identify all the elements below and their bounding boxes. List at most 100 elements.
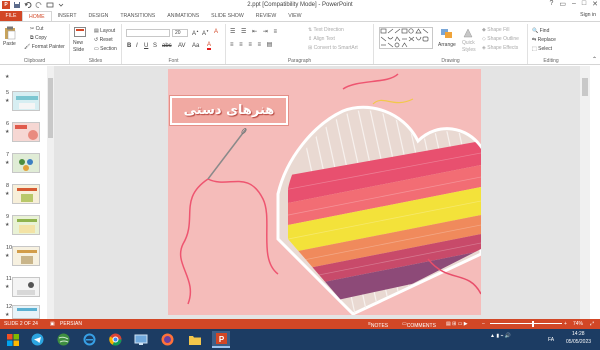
paste-icon[interactable] xyxy=(4,26,16,40)
reset-button[interactable]: ↺ Reset xyxy=(94,37,113,43)
font-name-box[interactable] xyxy=(126,29,170,37)
grow-font-button[interactable]: A▲ xyxy=(192,29,199,37)
thumbnail-slide-11[interactable]: 11 ★ xyxy=(0,276,54,300)
start-button-icon[interactable] xyxy=(4,331,22,348)
font-color-icon[interactable]: A xyxy=(207,42,212,50)
thumbnail-slide-4[interactable]: ★ xyxy=(0,66,54,90)
thumbnail-slide-8[interactable]: 8 ★ xyxy=(0,183,54,207)
shapes-gallery[interactable] xyxy=(379,27,433,49)
ribbon-tabs: FILE HOME INSERT DESIGN TRANSITIONS ANIM… xyxy=(0,10,600,21)
status-bar: SLIDE 2 OF 24 ▣ PERSIAN ≡ NOTES ▭ COMMEN… xyxy=(0,319,600,329)
tab-file[interactable]: FILE xyxy=(0,11,22,21)
replace-button[interactable]: ⇆ Replace xyxy=(532,37,556,43)
arrange-button[interactable]: Arrange xyxy=(438,42,456,48)
internet-explorer-icon[interactable] xyxy=(80,331,98,348)
shape-effects-button[interactable]: ◈ Shape Effects xyxy=(482,45,518,51)
tab-design[interactable]: DESIGN xyxy=(83,11,115,21)
close-button[interactable]: ✕ xyxy=(592,0,598,8)
shape-fill-button[interactable]: ◆ Shape Fill xyxy=(482,27,509,33)
tab-insert[interactable]: INSERT xyxy=(52,11,83,21)
tab-slide-show[interactable]: SLIDE SHOW xyxy=(205,11,250,21)
maximize-button[interactable]: □ xyxy=(582,0,586,8)
list-buttons-icon[interactable]: ☰ ☰ ⇤ ⇥ ≡ xyxy=(230,28,279,35)
section-button[interactable]: ▭ Section xyxy=(94,46,117,52)
slide-scrollbar[interactable] xyxy=(580,66,590,319)
thumbnail-slide-7[interactable]: 7 ★ xyxy=(0,152,54,176)
paste-button[interactable]: Paste xyxy=(3,41,16,47)
slide-title[interactable]: هنرهای دستی xyxy=(170,96,288,125)
shrink-font-button[interactable]: A▼ xyxy=(202,29,209,37)
telegram-icon[interactable] xyxy=(28,331,46,348)
tab-transitions[interactable]: TRANSITIONS xyxy=(114,11,161,21)
text-direction-button[interactable]: ⇅ Text Direction xyxy=(308,27,344,33)
language-indicator[interactable]: PERSIAN xyxy=(60,321,82,327)
character-spacing-icon[interactable]: AV xyxy=(178,43,186,49)
powerpoint-taskbar-icon[interactable]: P xyxy=(212,331,230,348)
zoom-in-button[interactable]: + xyxy=(564,321,567,327)
select-button[interactable]: ⬚ Select xyxy=(532,46,552,52)
help-button[interactable]: ? xyxy=(549,0,553,8)
cut-button[interactable]: ✂ Cut xyxy=(30,26,43,32)
align-text-button[interactable]: ⇕ Align Text xyxy=(308,36,335,42)
globe-app-icon[interactable] xyxy=(54,331,72,348)
transition-star-icon: ★ xyxy=(5,160,10,166)
zoom-slider-thumb[interactable] xyxy=(532,321,534,327)
tab-home[interactable]: HOME xyxy=(22,11,52,21)
zoom-slider[interactable] xyxy=(490,323,562,324)
change-case-icon[interactable]: Aa xyxy=(192,43,199,49)
find-label: Find xyxy=(539,28,550,34)
drawing-group-label: Drawing xyxy=(441,58,460,64)
clear-formatting-icon[interactable]: A xyxy=(214,29,218,35)
thumbnails-scrollbar[interactable] xyxy=(47,66,54,319)
thumbnail-slide-10[interactable]: 10 ★ xyxy=(0,245,54,269)
new-slide-icon[interactable] xyxy=(74,27,86,37)
firefox-icon[interactable] xyxy=(158,331,176,348)
minimize-button[interactable]: – xyxy=(572,0,576,8)
comments-button[interactable]: ▭ COMMENTS xyxy=(402,321,436,329)
tab-review[interactable]: REVIEW xyxy=(250,11,282,21)
zoom-level[interactable]: 74% xyxy=(573,321,583,327)
new-slide-button[interactable]: New xyxy=(73,40,83,46)
thumbnail-slide-5[interactable]: 5 ★ xyxy=(0,90,54,114)
alignment-buttons-icon[interactable]: ≡ ≡ ≡ ≡ ▤ xyxy=(230,41,274,48)
ribbon-display-button[interactable]: ▭ xyxy=(559,0,566,8)
spellcheck-icon[interactable]: ▣ xyxy=(50,321,55,327)
computer-icon[interactable] xyxy=(132,331,150,348)
chrome-icon[interactable] xyxy=(106,331,124,348)
convert-smartart-button[interactable]: ⊞ Convert to SmartArt xyxy=(308,45,358,51)
copy-button[interactable]: ⧉ Copy xyxy=(30,35,47,41)
current-slide[interactable]: هنرهای دستی xyxy=(168,69,481,315)
shape-outline-button[interactable]: ◇ Shape Outline xyxy=(482,36,519,42)
thumbnail-slide-6[interactable]: 6 ★ xyxy=(0,121,54,145)
font-group-label: Font xyxy=(168,58,179,64)
underline-button[interactable]: U xyxy=(144,43,148,49)
notes-button[interactable]: ≡ NOTES xyxy=(368,321,388,329)
clock-date[interactable]: 05/05/2023 xyxy=(566,339,591,345)
bold-button[interactable]: B xyxy=(127,43,131,49)
strikethrough-button[interactable]: abc xyxy=(162,43,172,49)
new-slide-dropdown[interactable]: Slide xyxy=(73,47,84,53)
tab-view[interactable]: VIEW xyxy=(282,11,307,21)
arrange-icon[interactable] xyxy=(440,28,454,40)
zoom-out-button[interactable]: – xyxy=(482,321,485,327)
fit-slide-icon[interactable]: ⤢ xyxy=(590,321,594,327)
file-explorer-icon[interactable] xyxy=(186,331,204,348)
quick-styles-icon[interactable] xyxy=(462,27,474,39)
layout-button[interactable]: ▤ Layout xyxy=(94,28,115,34)
find-button[interactable]: 🔍 Find xyxy=(532,28,549,34)
shadow-button[interactable]: S xyxy=(153,43,157,49)
format-painter-button[interactable]: 🖌 Format Painter xyxy=(24,44,65,50)
thumbnails-scrollbar-thumb[interactable] xyxy=(48,78,53,138)
tray-icons[interactable]: ▲ ▮ ⌁ 🔊 xyxy=(490,333,511,339)
sign-in-link[interactable]: Sign in xyxy=(580,12,596,18)
view-buttons[interactable]: ▤ ⊞ ▭ ▶ xyxy=(446,321,468,327)
clock-time[interactable]: 14:28 xyxy=(572,331,585,337)
quick-styles-button[interactable]: Quick xyxy=(462,40,475,46)
italic-button[interactable]: I xyxy=(136,43,138,49)
collapse-ribbon-icon[interactable]: ⌃ xyxy=(592,56,597,63)
tab-animations[interactable]: ANIMATIONS xyxy=(161,11,205,21)
font-size-box[interactable]: 20 xyxy=(172,29,188,37)
slide-scrollbar-thumb[interactable] xyxy=(582,78,588,96)
input-language[interactable]: FA xyxy=(548,337,554,343)
thumbnail-slide-9[interactable]: 9 ★ xyxy=(0,214,54,238)
